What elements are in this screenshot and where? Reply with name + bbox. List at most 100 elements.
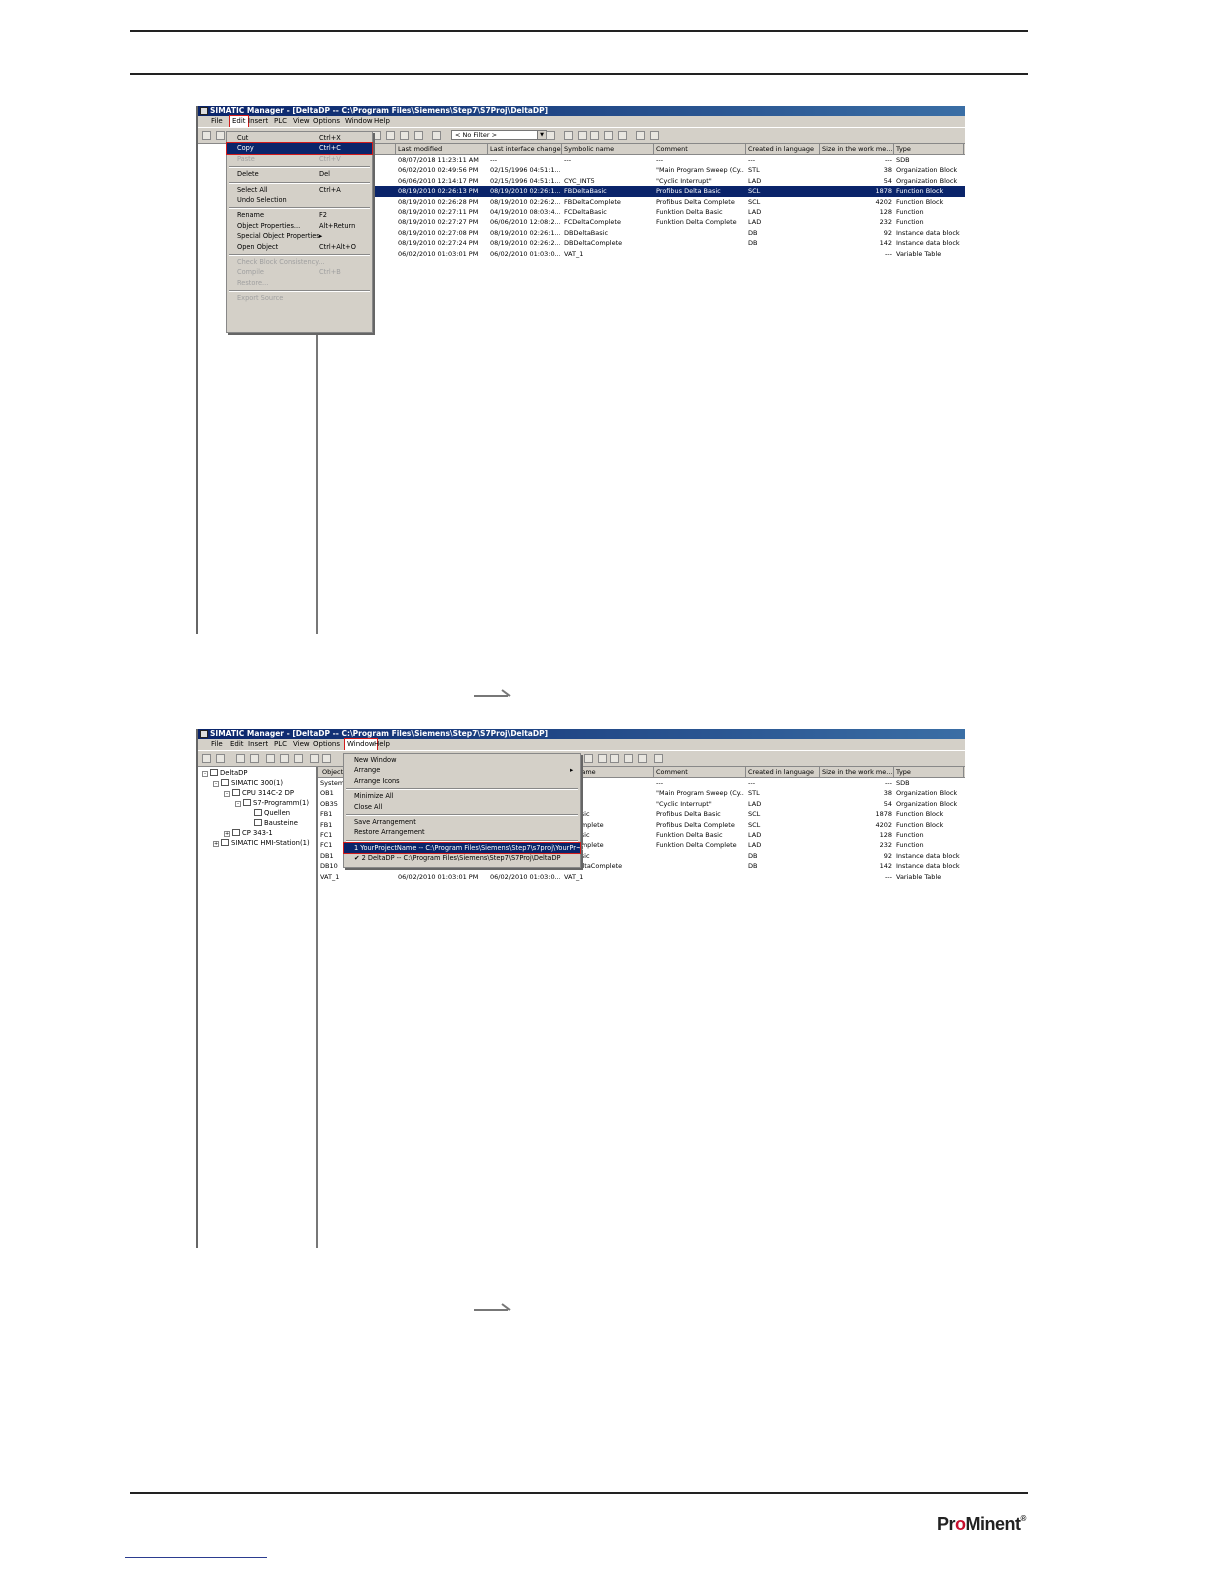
toolbar-button-icon[interactable]	[610, 754, 619, 763]
menu-item[interactable]: Arrange Icons	[344, 776, 580, 787]
menu-item-check-block-consistency[interactable]: Check Block Consistency...	[227, 257, 372, 268]
menu-item[interactable]: Minimize All	[344, 791, 580, 802]
chevron-down-icon[interactable]: ▼	[537, 131, 546, 139]
column-header[interactable]: Size in the work me...	[820, 144, 894, 154]
toolbar-button-icon[interactable]	[202, 754, 211, 763]
menu-file[interactable]: File	[211, 116, 223, 127]
menu-file[interactable]: File	[211, 739, 223, 750]
tree-item[interactable]: + CP 343-1	[224, 829, 273, 838]
menu-view[interactable]: View	[293, 116, 310, 127]
toolbar-button-icon[interactable]	[654, 754, 663, 763]
column-header[interactable]: Size in the work me...	[820, 767, 894, 777]
toolbar-button-icon[interactable]	[414, 131, 423, 140]
toolbar-button-icon[interactable]	[236, 754, 245, 763]
toolbar-button-icon[interactable]	[636, 131, 645, 140]
menu-view[interactable]: View	[293, 739, 310, 750]
tree-item[interactable]: - SIMATIC 300(1)	[213, 779, 283, 788]
menu-options[interactable]: Options	[313, 116, 340, 127]
tree-item[interactable]: + SIMATIC HMI-Station(1)	[213, 839, 310, 848]
menu-item-export-source[interactable]: Export Source	[227, 293, 372, 304]
menu-item-select-all[interactable]: Select All Ctrl+A	[227, 185, 372, 196]
menu-edit[interactable]: Edit	[229, 115, 249, 128]
menu-item[interactable]: Close All	[344, 802, 580, 813]
tree-item[interactable]: - CPU 314C-2 DP	[224, 789, 294, 798]
menu-help[interactable]: Help	[374, 116, 390, 127]
menu-insert[interactable]: Insert	[248, 116, 268, 127]
menu-item[interactable]: ✔ 2 DeltaDP -- C:\Program Files\Siemens\…	[344, 853, 580, 864]
toolbar-button-icon[interactable]	[624, 754, 633, 763]
column-header[interactable]: Created in language	[746, 767, 820, 777]
table-row[interactable]: 08/07/2018 11:23:11 AM --- --- --- --- --- SDB	[318, 155, 965, 165]
table-row[interactable]: 08/19/2010 02:26:13 PM 08/19/2010 02:26:1…	[318, 186, 965, 197]
menu-item-open-object[interactable]: Open Object Ctrl+Alt+O	[227, 242, 372, 253]
toolbar-button-icon[interactable]	[386, 131, 395, 140]
collapse-icon[interactable]: -	[224, 791, 230, 797]
menu-item[interactable]: Save Arrangement	[344, 817, 580, 828]
menu-item-undo-selection[interactable]: Undo Selection	[227, 195, 372, 206]
tree-item[interactable]: - DeltaDP	[202, 769, 247, 778]
menu-item-special-object-properties[interactable]: Special Object Properties ▸	[227, 231, 372, 242]
toolbar-button-icon[interactable]	[578, 131, 587, 140]
table-row[interactable]: 08/19/2010 02:27:08 PM 08/19/2010 02:26:1…	[318, 228, 965, 238]
column-header[interactable]: Last interface change	[488, 144, 562, 154]
toolbar-button-icon[interactable]	[294, 754, 303, 763]
table-row[interactable]: VAT_1 06/02/2010 01:03:01 PM 06/02/2010 01…	[318, 872, 965, 882]
menu-item[interactable]: New Window	[344, 755, 580, 766]
menu-item-cut[interactable]: Cut Ctrl+X	[227, 133, 372, 144]
tree-item[interactable]: Bausteine	[246, 819, 298, 828]
table-row[interactable]: 06/02/2010 01:03:01 PM 06/02/2010 01:03:0…	[318, 249, 965, 259]
toolbar-button-icon[interactable]	[216, 754, 225, 763]
toolbar-button-icon[interactable]	[590, 131, 599, 140]
table-row[interactable]: 08/19/2010 02:27:11 PM 04/19/2010 08:03:4…	[318, 207, 965, 217]
column-header[interactable]: Symbolic name	[562, 144, 654, 154]
menu-insert[interactable]: Insert	[248, 739, 268, 750]
toolbar-button-icon[interactable]	[638, 754, 647, 763]
toolbar-button-icon[interactable]	[266, 754, 275, 763]
toolbar-button-icon[interactable]	[202, 131, 211, 140]
menu-item[interactable]: Arrange ▸	[344, 765, 580, 776]
menu-item-delete[interactable]: Delete Del	[227, 169, 372, 180]
menu-window[interactable]: Window	[345, 116, 373, 127]
menu-item-compile[interactable]: Compile Ctrl+B	[227, 267, 372, 278]
toolbar-button-icon[interactable]	[216, 131, 225, 140]
column-header[interactable]: Comment	[654, 767, 746, 777]
filter-select[interactable]: < No Filter > ▼	[451, 130, 547, 140]
column-header[interactable]: Type	[894, 144, 964, 154]
table-row[interactable]: 08/19/2010 02:26:28 PM 08/19/2010 02:26:2…	[318, 197, 965, 207]
menu-item[interactable]: 1 YourProjectName -- C:\Program Files\Si…	[343, 841, 586, 855]
toolbar-button-icon[interactable]	[584, 754, 593, 763]
menu-item-paste[interactable]: Paste Ctrl+V	[227, 154, 372, 165]
menu-item-restore[interactable]: Restore...	[227, 278, 372, 289]
table-row[interactable]: 06/06/2010 12:14:17 PM 02/15/1996 04:51:1…	[318, 176, 965, 186]
table-row[interactable]: 08/19/2010 02:27:24 PM 08/19/2010 02:26:2…	[318, 238, 965, 248]
table-row[interactable]: 06/02/2010 02:49:56 PM 02/15/1996 04:51:1…	[318, 165, 965, 175]
menu-window[interactable]: Window	[344, 738, 378, 751]
column-header[interactable]: Last modified	[396, 144, 488, 154]
toolbar-button-icon[interactable]	[604, 131, 613, 140]
tree-item[interactable]: Quellen	[246, 809, 290, 818]
expand-icon[interactable]: +	[213, 841, 219, 847]
toolbar-button-icon[interactable]	[280, 754, 289, 763]
toolbar-button-icon[interactable]	[400, 131, 409, 140]
menu-edit[interactable]: Edit	[230, 739, 244, 750]
toolbar-button-icon[interactable]	[564, 131, 573, 140]
tree-item[interactable]: - S7-Programm(1)	[235, 799, 309, 808]
menu-item-rename[interactable]: Rename F2	[227, 210, 372, 221]
menu-options[interactable]: Options	[313, 739, 340, 750]
expand-icon[interactable]: +	[224, 831, 230, 837]
toolbar-button-icon[interactable]	[310, 754, 319, 763]
table-row[interactable]: 08/19/2010 02:27:27 PM 06/06/2010 12:08:2…	[318, 217, 965, 227]
toolbar-button-icon[interactable]	[546, 131, 555, 140]
toolbar-button-icon[interactable]	[618, 131, 627, 140]
column-header[interactable]: Created in language	[746, 144, 820, 154]
toolbar-button-icon[interactable]	[650, 131, 659, 140]
collapse-icon[interactable]: -	[235, 801, 241, 807]
collapse-icon[interactable]: -	[213, 781, 219, 787]
menu-help[interactable]: Help	[374, 739, 390, 750]
menu-plc[interactable]: PLC	[274, 739, 287, 750]
menu-item[interactable]: Restore Arrangement	[344, 827, 580, 838]
toolbar-button-icon[interactable]	[250, 754, 259, 763]
column-header[interactable]: Type	[894, 767, 964, 777]
menu-item-copy[interactable]: Copy Ctrl+C	[226, 142, 373, 155]
toolbar-button-icon[interactable]	[598, 754, 607, 763]
